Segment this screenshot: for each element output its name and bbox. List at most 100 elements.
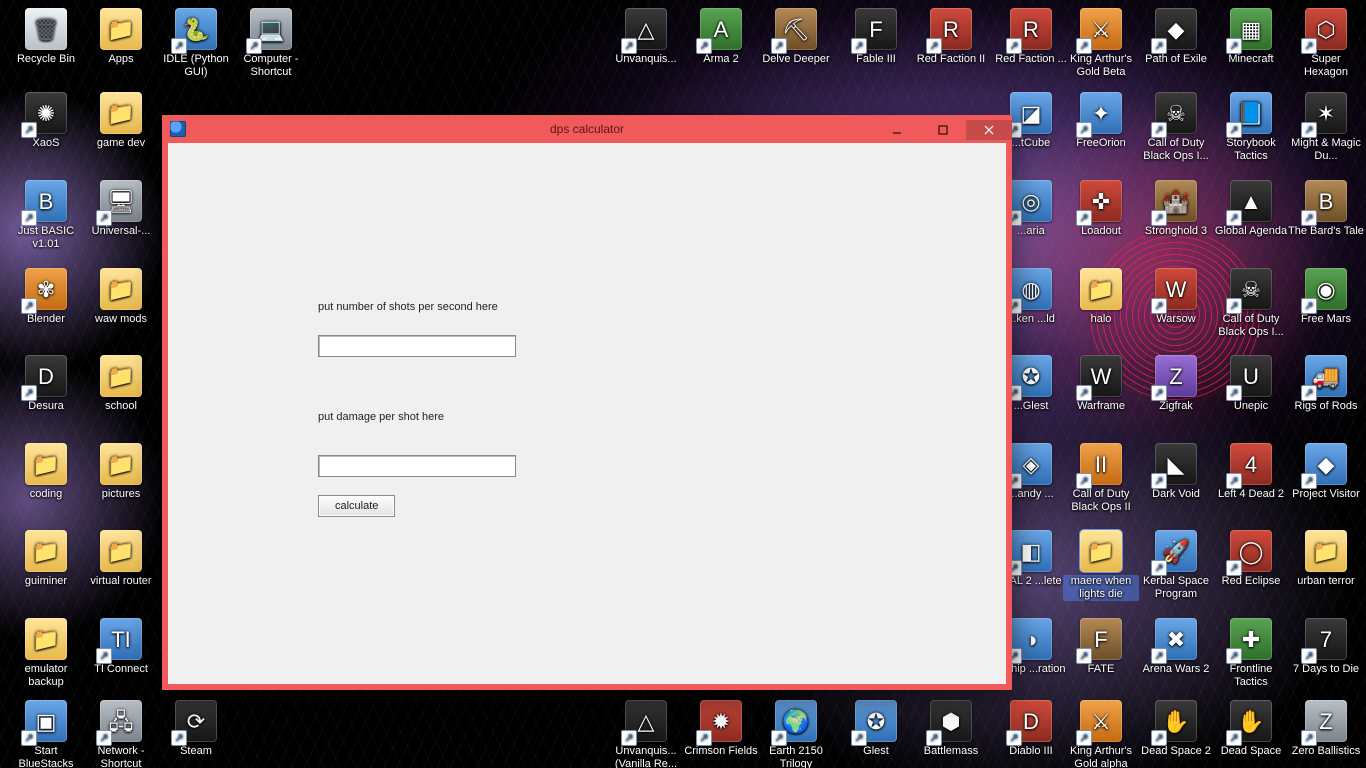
desktop-icon[interactable]: 🏰↗Stronghold 3 [1138,180,1214,238]
desktop-icon[interactable]: B↗Just BASIC v1.01 [8,180,84,251]
desktop-icon[interactable]: W↗Warframe [1063,355,1139,413]
desktop-icon[interactable]: ✺↗XaoS [8,92,84,150]
app-icon: 📁 [100,355,142,397]
desktop-icon[interactable]: 💻↗Computer - Shortcut [233,8,309,79]
desktop-icon[interactable]: ◆↗Project Visitor [1288,443,1364,501]
desktop-icon[interactable]: Z↗Zero Ballistics [1288,700,1364,758]
desktop-icon[interactable]: ◣↗Dark Void [1138,443,1214,501]
desktop-icon[interactable]: ✋↗Dead Space [1213,700,1289,758]
desktop-icon[interactable]: D↗Diablo III [993,700,1069,758]
desktop-icon-label: guiminer [8,575,84,588]
desktop-icon[interactable]: TI↗TI Connect [83,618,159,676]
desktop-icon[interactable]: Z↗Zigfrak [1138,355,1214,413]
desktop-icon[interactable]: ⚔↗King Arthur's Gold alpha [1063,700,1139,768]
desktop-icon[interactable]: ✚↗Frontline Tactics [1213,618,1289,689]
app-icon: R↗ [930,8,972,50]
desktop-icon[interactable]: 📘↗Storybook Tactics [1213,92,1289,163]
shortcut-overlay-icon: ↗ [246,38,262,54]
desktop-icon[interactable]: R↗Red Faction ... [993,8,1069,66]
desktop-icon[interactable]: 📁halo [1063,268,1139,326]
desktop-icon[interactable]: ⛏↗Delve Deeper [758,8,834,66]
desktop-icon[interactable]: ⬢↗Battlemass [913,700,989,758]
desktop-icon[interactable]: ✋↗Dead Space 2 [1138,700,1214,758]
app-icon: ◑↗ [1010,618,1052,660]
desktop-icon[interactable]: ✾↗Blender [8,268,84,326]
desktop-icon[interactable]: ▦↗Minecraft [1213,8,1289,66]
desktop-icon-label: Network - Shortcut [83,745,159,768]
desktop-icon[interactable]: ✹↗Crimson Fields [683,700,759,758]
desktop-icon[interactable]: ☠↗Call of Duty Black Ops I... [1138,92,1214,163]
desktop-icon[interactable]: 📁school [83,355,159,413]
app-icon: 🖥↗ [100,180,142,222]
desktop-icon[interactable]: 🚀↗Kerbal Space Program [1138,530,1214,601]
desktop-icon[interactable]: 🌍↗Earth 2150 Trilogy [758,700,834,768]
desktop-icon[interactable]: 📁waw mods [83,268,159,326]
desktop-icon[interactable]: 📁virtual router [83,530,159,588]
app-icon: W↗ [1080,355,1122,397]
desktop-icon[interactable]: 🚚↗Rigs of Rods [1288,355,1364,413]
desktop-icon-label: Left 4 Dead 2 [1213,488,1289,501]
desktop-icon[interactable]: 4↗Left 4 Dead 2 [1213,443,1289,501]
desktop-icon[interactable]: ☠↗Call of Duty Black Ops I... [1213,268,1289,339]
desktop-icon[interactable]: 📁urban terror [1288,530,1364,588]
desktop-icon[interactable]: ✶↗Might & Magic Du... [1288,92,1364,163]
minimize-button[interactable] [874,120,920,140]
desktop-icon[interactable]: 📁Apps [83,8,159,66]
desktop-icon-label: Loadout [1063,225,1139,238]
desktop-icon[interactable]: 📁game dev [83,92,159,150]
desktop-icon[interactable]: 🗑Recycle Bin [8,8,84,66]
desktop-icon[interactable]: ✖↗Arena Wars 2 [1138,618,1214,676]
desktop-icon[interactable]: 📁guiminer [8,530,84,588]
desktop-icon[interactable]: ◉↗Free Mars [1288,268,1364,326]
desktop-icon[interactable]: W↗Warsow [1138,268,1214,326]
desktop-icon[interactable]: ⬡↗Super Hexagon [1288,8,1364,79]
desktop-icon[interactable]: ⟳↗Steam [158,700,234,758]
desktop-icon-label: Zero Ballistics [1288,745,1364,758]
app-icon: 🖧↗ [100,700,142,742]
desktop-icon[interactable]: II↗Call of Duty Black Ops II [1063,443,1139,514]
shortcut-overlay-icon: ↗ [1301,648,1317,664]
desktop-icon[interactable]: 📁coding [8,443,84,501]
desktop-icon[interactable]: 🐍↗IDLE (Python GUI) [158,8,234,79]
desktop-icon[interactable]: B↗The Bard's Tale [1288,180,1364,238]
desktop-icon[interactable]: ◯↗Red Eclipse [1213,530,1289,588]
close-button[interactable] [966,120,1012,140]
desktop-icon[interactable]: D↗Desura [8,355,84,413]
desktop-icon[interactable]: △↗Unvanquis... (Vanilla Re... [608,700,684,768]
desktop-icon[interactable]: 🖥↗Universal-... [83,180,159,238]
calculate-button[interactable]: calculate [318,495,395,517]
desktop-icon[interactable]: △↗Unvanquis... [608,8,684,66]
shortcut-overlay-icon: ↗ [1006,38,1022,54]
app-icon: 📁 [100,268,142,310]
shortcut-overlay-icon: ↗ [1151,38,1167,54]
desktop-icon[interactable]: U↗Unepic [1213,355,1289,413]
desktop-icon-label: Just BASIC v1.01 [8,225,84,251]
desktop-icon[interactable]: ▲↗Global Agenda [1213,180,1289,238]
app-icon: ⛏↗ [775,8,817,50]
titlebar[interactable]: dps calculator [162,115,1012,143]
desktop-icon[interactable]: 📁pictures [83,443,159,501]
maximize-button[interactable] [920,120,966,140]
desktop-icon[interactable]: F↗Fable III [838,8,914,66]
desktop-icon[interactable]: ✪↗Glest [838,700,914,758]
desktop-icon[interactable]: A↗Arma 2 [683,8,759,66]
damage-input[interactable] [318,455,516,477]
desktop-icon[interactable]: ✦↗FreeOrion [1063,92,1139,150]
shots-input[interactable] [318,335,516,357]
desktop-icon[interactable]: 🖧↗ Network - Shortcut [83,700,159,768]
desktop-icon[interactable]: ▣↗Start BlueStacks [8,700,84,768]
desktop-icon[interactable]: F↗FATE [1063,618,1139,676]
shortcut-overlay-icon: ↗ [1226,730,1242,746]
desktop-icon[interactable]: 7↗7 Days to Die [1288,618,1364,676]
desktop-icon-label: XaoS [8,137,84,150]
desktop-icon[interactable]: 📁maere when lights die [1063,530,1139,601]
desktop-icon-label: Glest [838,745,914,758]
desktop-icon[interactable]: R↗Red Faction II [913,8,989,66]
desktop-icon-label: Call of Duty Black Ops II [1063,488,1139,514]
desktop-icon[interactable]: 📁emulator backup [8,618,84,689]
desktop-icon[interactable]: ⚔↗King Arthur's Gold Beta [1063,8,1139,79]
shortcut-overlay-icon: ↗ [1226,560,1242,576]
desktop-icon-label: Minecraft [1213,53,1289,66]
desktop-icon[interactable]: ◆↗Path of Exile [1138,8,1214,66]
desktop-icon[interactable]: ✜↗Loadout [1063,180,1139,238]
